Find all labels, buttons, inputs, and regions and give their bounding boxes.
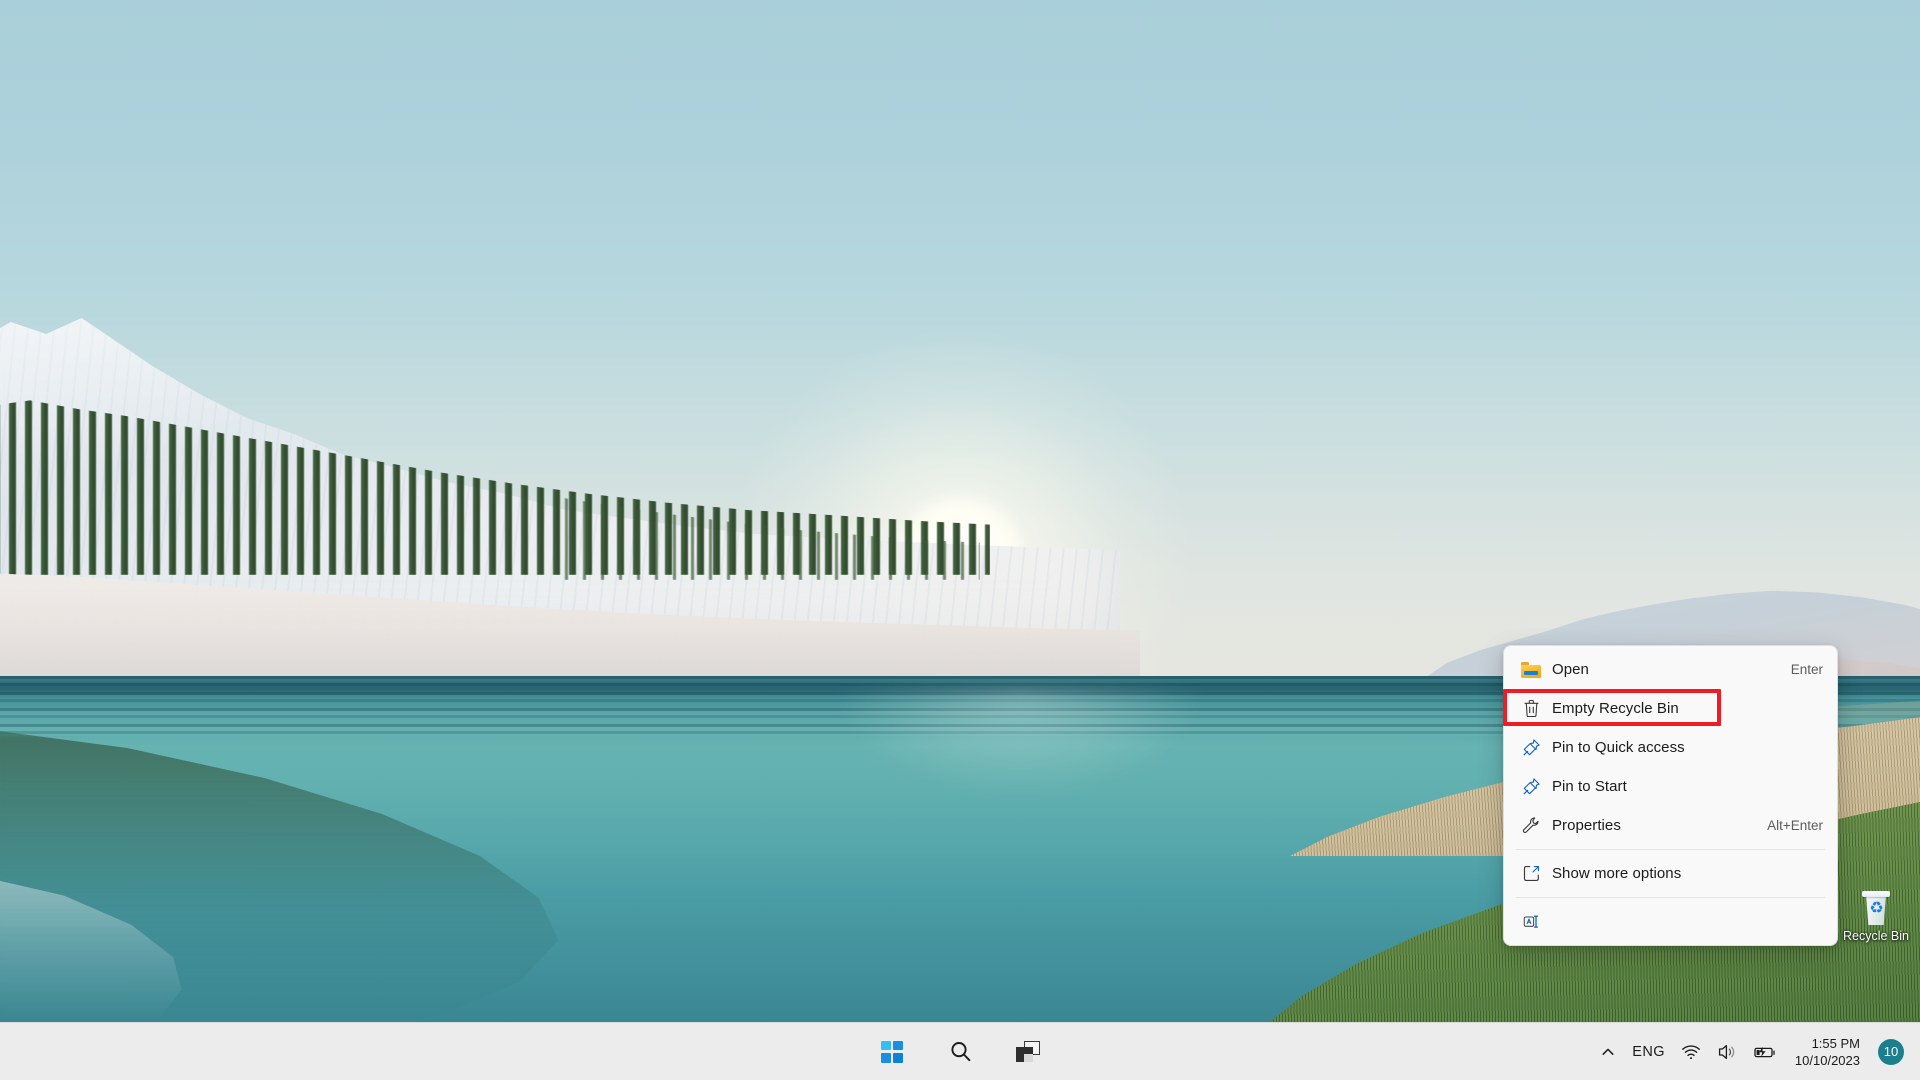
menu-item-empty-recycle-bin[interactable]: Empty Recycle Bin [1504,689,1837,728]
show-hidden-icons-button[interactable] [1592,1030,1624,1074]
menu-item-pin-to-quick-access-label: Pin to Quick access [1552,739,1811,756]
wifi-icon[interactable] [1673,1030,1709,1074]
menu-item-empty-recycle-bin-label: Empty Recycle Bin [1552,700,1811,717]
wrench-icon [1518,815,1544,837]
menu-item-pin-to-start[interactable]: Pin to Start [1504,767,1837,806]
menu-separator [1516,897,1825,898]
menu-item-show-more-options[interactable]: Show more options [1504,854,1837,893]
task-view-button[interactable] [1007,1031,1049,1073]
task-view-icon [1016,1041,1040,1062]
menu-item-open-label: Open [1552,661,1779,678]
clock-time: 1:55 PM [1812,1035,1860,1052]
taskbar[interactable]: ENG 1:55 PM [0,1022,1920,1080]
menu-item-pin-to-start-label: Pin to Start [1552,778,1811,795]
wallpaper-sun-reflection [760,690,1280,990]
search-icon [949,1040,972,1063]
desktop-icon-label: Recycle Bin [1843,929,1909,943]
menu-separator [1516,849,1825,850]
recycle-bin-icon: ♻ [1861,890,1891,926]
menu-item-properties-accel: Alt+Enter [1755,818,1823,833]
menu-item-ime-text[interactable] [1504,902,1837,941]
clock-button[interactable]: 1:55 PM 10/10/2023 [1785,1030,1870,1074]
folder-icon [1518,659,1544,681]
show-more-options-icon [1518,863,1544,885]
language-indicator[interactable]: ENG [1624,1030,1673,1074]
menu-item-pin-to-quick-access[interactable]: Pin to Quick access [1504,728,1837,767]
speaker-icon[interactable] [1709,1030,1745,1074]
menu-item-properties[interactable]: Properties Alt+Enter [1504,806,1837,845]
notification-badge[interactable]: 10 [1878,1039,1904,1065]
system-tray: ENG 1:55 PM [1592,1023,1910,1080]
menu-item-show-more-options-label: Show more options [1552,865,1811,882]
recycle-bin-context-menu[interactable]: Open Enter Empty Recycle Bin Pin to Quic… [1503,645,1838,946]
search-button[interactable] [939,1031,981,1073]
windows-logo-icon [881,1041,903,1063]
menu-item-open-accel: Enter [1779,662,1823,677]
clock-date: 10/10/2023 [1795,1052,1860,1069]
trash-icon [1518,698,1544,720]
ime-text-icon [1518,911,1544,933]
battery-charging-icon[interactable] [1745,1030,1785,1074]
desktop-icon-recycle-bin[interactable]: ♻ Recycle Bin [1833,890,1919,968]
pin-icon [1518,737,1544,759]
menu-item-properties-label: Properties [1552,817,1755,834]
menu-item-open[interactable]: Open Enter [1504,650,1837,689]
taskbar-center-group [871,1031,1049,1073]
start-button[interactable] [871,1031,913,1073]
pin-icon [1518,776,1544,798]
